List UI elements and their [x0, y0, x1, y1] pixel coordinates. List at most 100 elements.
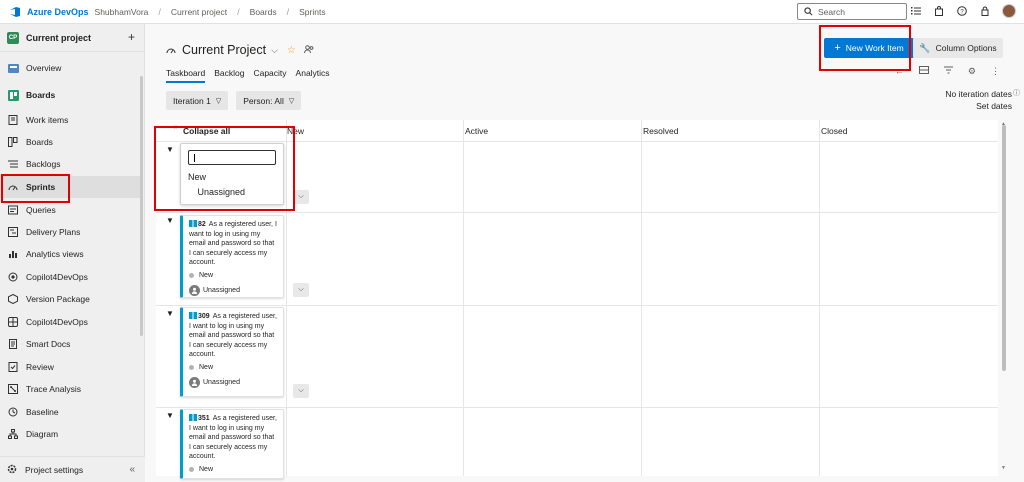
user-story-book-icon — [189, 414, 197, 421]
sidebar-item-baseline[interactable]: Baseline — [0, 401, 140, 423]
user-avatar[interactable] — [1002, 4, 1016, 18]
breadcrumb-separator: / — [158, 6, 161, 17]
sidebar-item-label: Trace Analysis — [26, 384, 81, 394]
breadcrumb-project[interactable]: Current project — [171, 7, 227, 17]
person-dropdown[interactable]: Person: All ▽ — [236, 91, 302, 110]
tab-backlog[interactable]: Backlog — [214, 68, 244, 83]
breadcrumb-org[interactable]: ShubhamVora — [95, 7, 149, 17]
breadcrumb-boards[interactable]: Boards — [250, 7, 277, 17]
settings-icon[interactable]: ⚙ — [968, 66, 976, 77]
search-placeholder: Search — [818, 6, 845, 17]
brand-link[interactable]: Azure DevOps — [27, 7, 89, 17]
project-header[interactable]: CP Current project + — [0, 24, 144, 52]
column-divider — [641, 120, 642, 476]
user-story-book-icon — [189, 220, 197, 227]
column-options-label: Column Options — [935, 43, 997, 53]
sidebar-item-review[interactable]: Review — [0, 356, 140, 378]
filter-icon[interactable] — [943, 66, 953, 77]
breadcrumb-separator: / — [286, 6, 290, 17]
sidebar-item-version-package[interactable]: Version Package — [0, 288, 140, 310]
tab-analytics[interactable]: Analytics — [296, 68, 330, 83]
collapse-sidebar-icon[interactable]: « — [129, 464, 135, 475]
new-work-item-highlight-box — [819, 25, 911, 71]
scroll-down-arrow-icon[interactable]: ▼ — [1001, 465, 1006, 471]
set-dates-link[interactable]: Set dates — [945, 100, 1012, 112]
card-state: New — [189, 272, 277, 279]
expand-row-button[interactable]: ⌵ — [293, 190, 309, 204]
breadcrumb-separator: / — [237, 6, 240, 17]
user-settings-icon[interactable] — [979, 5, 991, 17]
work-item-card-309[interactable]: 309 As a registered user, I want to log i… — [180, 307, 284, 397]
page-title-row: Current Project ⌵ ☆ — [166, 43, 314, 57]
info-icon[interactable]: ⓘ — [1013, 88, 1020, 100]
task-list-icon[interactable] — [910, 5, 922, 17]
sidebar-item-label: Boards — [26, 90, 56, 100]
shopping-bag-icon[interactable] — [933, 5, 945, 17]
queries-icon — [7, 204, 19, 216]
sidebar-item-overview[interactable]: Overview — [0, 57, 140, 79]
page-title[interactable]: Current Project — [182, 43, 266, 57]
sidebar-item-analytics-views[interactable]: Analytics views — [0, 243, 140, 265]
search-box[interactable]: Search — [797, 3, 907, 20]
sidebar-item-label: Copilot4DevOps — [26, 272, 88, 282]
iteration-dropdown[interactable]: Iteration 1 ▽ — [166, 91, 229, 110]
sidebar-item-work-items[interactable]: Work items — [0, 109, 140, 131]
sidebar-scrollbar[interactable] — [140, 76, 143, 336]
expand-row-button[interactable]: ⌵ — [293, 384, 309, 398]
sidebar-item-label: Review — [26, 362, 54, 372]
person-dropdown-value: Person: All — [243, 95, 284, 106]
sidebar-item-diagram[interactable]: Diagram — [0, 423, 140, 445]
more-options-icon[interactable]: ⋮ — [991, 66, 1000, 77]
sidebar-item-label: Smart Docs — [26, 339, 71, 349]
tab-taskboard[interactable]: Taskboard — [166, 68, 206, 83]
column-options-button[interactable]: 🔧 Column Options — [913, 38, 1003, 58]
row-expand-toggle[interactable]: ▼ — [166, 411, 174, 420]
row-expand-toggle[interactable]: ▼ — [166, 309, 174, 318]
sidebar-item-label: Overview — [26, 63, 62, 73]
sidebar-item-boards-section[interactable]: Boards — [0, 84, 140, 106]
favorite-star-icon[interactable]: ☆ — [287, 45, 296, 56]
row-divider — [156, 305, 998, 306]
project-name[interactable]: Current project — [26, 33, 91, 43]
sidebar-item-backlogs[interactable]: Backlogs — [0, 153, 140, 175]
sidebar-item-smart-docs[interactable]: Smart Docs — [0, 333, 140, 355]
user-story-book-icon — [189, 312, 197, 319]
iteration-dates: No iteration dates Set dates ⓘ — [945, 88, 1020, 112]
sidebar-item-label: Diagram — [26, 429, 59, 439]
sidebar-item-delivery-plans[interactable]: Delivery Plans — [0, 221, 140, 243]
breadcrumb-sprints[interactable]: Sprints — [299, 7, 325, 17]
work-item-card-351[interactable]: 351 As a registered user, I want to log i… — [180, 409, 284, 479]
sidebar-item-label: Work items — [26, 115, 69, 125]
sidebar-item-copilot4devops[interactable]: Copilot4DevOps — [0, 266, 140, 288]
chevron-down-icon[interactable]: ⌵ — [271, 45, 278, 56]
help-icon[interactable]: ? — [956, 5, 968, 17]
work-item-id: 309 — [198, 313, 210, 320]
add-icon[interactable]: + — [128, 30, 135, 44]
project-settings[interactable]: Project settings « — [0, 456, 145, 482]
state-dot-icon — [189, 272, 194, 278]
new-card-highlight-box — [154, 126, 295, 211]
board-scrollbar[interactable] — [1002, 125, 1006, 371]
work-item-id: 351 — [198, 415, 210, 422]
card-assignee[interactable]: Unassigned — [189, 376, 277, 388]
column-header-closed: Closed — [821, 126, 848, 136]
azure-devops-logo-icon[interactable] — [9, 6, 21, 18]
top-bar: Azure DevOps ShubhamVora / Current proje… — [0, 0, 1024, 24]
state-dot-icon — [189, 466, 194, 472]
work-item-card-82[interactable]: 82 As a registered user, I want to log in… — [180, 215, 284, 298]
sprint-team-icon — [166, 48, 176, 54]
sidebar-item-copilot4devops-2[interactable]: Copilot4DevOps — [0, 311, 140, 333]
expand-row-button[interactable]: ⌵ — [293, 283, 309, 297]
sprints-highlight-box — [1, 174, 70, 203]
card-assignee[interactable]: Unassigned — [189, 284, 277, 296]
wrench-icon: 🔧 — [919, 42, 931, 53]
card-assignee-label: Unassigned — [203, 378, 240, 386]
row-expand-toggle[interactable]: ▼ — [166, 216, 174, 225]
sidebar-item-label: Baseline — [26, 407, 59, 417]
team-members-icon[interactable] — [303, 44, 314, 56]
sidebar-item-trace-analysis[interactable]: Trace Analysis — [0, 378, 140, 400]
view-options-icon[interactable] — [918, 66, 929, 77]
tab-capacity[interactable]: Capacity — [253, 68, 286, 83]
column-divider — [463, 120, 464, 476]
sidebar-item-boards[interactable]: Boards — [0, 131, 140, 153]
